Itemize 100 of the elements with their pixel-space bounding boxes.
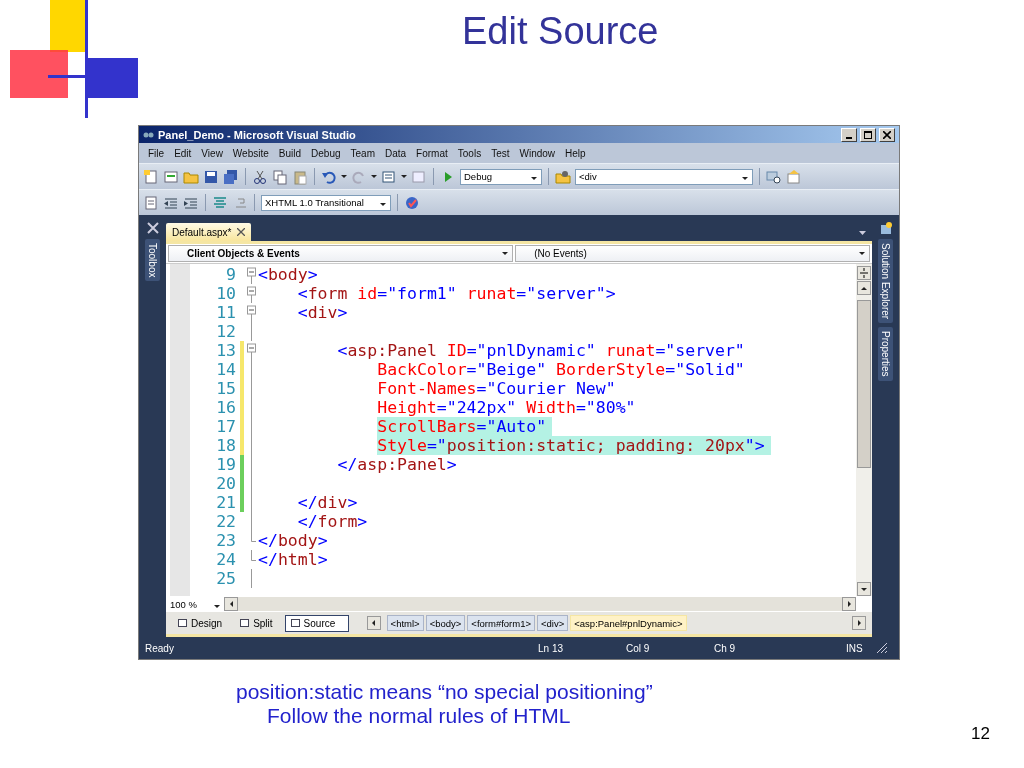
objects-dropdown[interactable]: Client Objects & Events [168,245,514,262]
collapse-icon[interactable] [246,303,256,322]
code-line: <asp:Panel ID="pnlDynamic" runat="server" [337,341,745,360]
menu-item[interactable]: Data [380,147,412,159]
close-icon [883,130,891,139]
scroll-left-button[interactable] [366,616,381,630]
menu-item[interactable]: Help [560,147,591,159]
line-number: 9 [225,265,236,284]
line-number: 17 [215,417,236,436]
caption: Follow the normal rules of HTML [267,704,572,728]
vertical-scrollbar[interactable] [856,264,872,596]
breadcrumb-tag[interactable]: <html> [386,615,424,631]
scroll-right-button[interactable] [842,597,856,611]
menu-item[interactable]: Website [227,147,274,159]
cut-icon[interactable] [252,168,268,185]
code-line: </body> [258,531,328,550]
close-icon[interactable] [237,228,246,236]
status-line: Ln 13 [538,642,565,654]
line-number: 18 [215,436,236,455]
caption: position:static means “no special positioning” [236,680,654,704]
view-tab[interactable]: Design [172,614,229,632]
code-line: </form> [297,512,368,531]
line-number: 11 [215,303,236,322]
events-dropdown[interactable]: (No Events) [515,245,870,262]
resize-grip-icon[interactable] [876,642,888,654]
menu-item[interactable]: Edit [169,147,197,159]
navigate-icon[interactable] [381,168,397,185]
folder-gear-icon[interactable] [555,168,571,185]
breadcrumb-tag[interactable]: <body> [425,615,466,631]
line-number: 15 [215,379,236,398]
scroll-down-button[interactable] [857,582,871,596]
validation-icon[interactable] [404,194,420,211]
close-button[interactable] [879,127,895,142]
paste-icon[interactable] [292,168,308,185]
line-number: 10 [215,284,236,303]
save-all-icon[interactable] [223,168,239,185]
scroll-up-button[interactable] [857,281,871,295]
document-tab[interactable]: Default.aspx* [166,223,252,241]
menu-item[interactable]: View [196,147,228,159]
dropdown-arrow-icon[interactable] [859,231,866,235]
scroll-up-arrow-icon [861,286,867,290]
breadcrumb-tag[interactable]: <div> [537,615,569,631]
status-column: Col 9 [626,642,714,654]
app-icon [143,130,155,139]
document-outline-icon[interactable] [143,194,159,211]
status-mode: INS [846,642,864,654]
window-title: Panel_Demo - Microsoft Visual Studio [158,128,357,141]
menu-item[interactable]: Build [273,147,307,159]
menu-item[interactable]: Test [486,147,515,159]
menu-item[interactable]: Debug [306,147,346,159]
maximize-icon [864,130,872,139]
slide-title: Edit Source [462,10,659,53]
save-icon[interactable] [203,168,219,185]
side-tab[interactable]: Toolbox [145,239,160,282]
collapse-icon[interactable] [246,284,256,303]
menu-item[interactable]: Tools [452,147,487,159]
line-number: 14 [215,360,236,379]
doctype-dropdown[interactable]: XHTML 1.0 Transitional [261,194,391,211]
scroll-left-arrow-icon [372,620,376,626]
dropdown-arrow-icon [531,177,537,180]
side-tab[interactable]: Solution Explorer [878,239,893,324]
dropdown-arrow-icon [341,175,347,178]
view-tab[interactable]: Source [284,614,349,632]
copy-icon[interactable] [272,168,288,185]
find-icon[interactable] [766,168,782,185]
zoom-dropdown[interactable]: 100 % [166,598,224,610]
maximize-button[interactable] [860,127,876,142]
scroll-right-arrow-icon [847,601,851,607]
line-number: 16 [215,398,236,417]
menu-item[interactable]: Format [411,147,453,159]
breadcrumb-tag[interactable]: <asp:Panel#pnlDynamic> [570,615,687,631]
collapse-icon[interactable] [246,265,256,284]
view-tab[interactable]: Split [234,614,279,632]
menu-item[interactable]: File [143,147,170,159]
side-tab[interactable]: Properties [878,327,893,381]
split-handle[interactable] [857,266,871,280]
dropdown-arrow-icon [742,177,748,180]
dropdown-arrow-icon [859,252,865,255]
code-line: <body> [258,265,318,284]
line-number: 20 [215,474,236,493]
new-project-icon[interactable] [143,168,159,185]
solution-icon[interactable] [878,221,893,235]
horizontal-scrollbar[interactable] [224,597,856,611]
code-line: BackColor="Beige" BorderStyle="Solid" [377,360,745,379]
scroll-thumb[interactable] [857,300,871,468]
view-icon [240,619,250,627]
scroll-left-button[interactable] [224,597,238,611]
menu-item[interactable]: Window [514,147,561,159]
scroll-right-button[interactable] [852,616,866,630]
element-dropdown[interactable]: <div [575,168,753,185]
tools-icon[interactable] [145,221,160,235]
configuration-dropdown[interactable]: Debug [460,168,542,185]
view-icon [178,619,187,627]
menu-item[interactable]: Team [345,147,380,159]
collapse-icon[interactable] [246,341,256,360]
add-item-icon[interactable] [163,168,179,185]
dropdown-arrow-icon [502,252,509,255]
breadcrumb-tag[interactable]: <form#form1> [467,615,535,631]
minimize-button[interactable] [841,127,857,142]
format-icon[interactable] [212,194,228,211]
